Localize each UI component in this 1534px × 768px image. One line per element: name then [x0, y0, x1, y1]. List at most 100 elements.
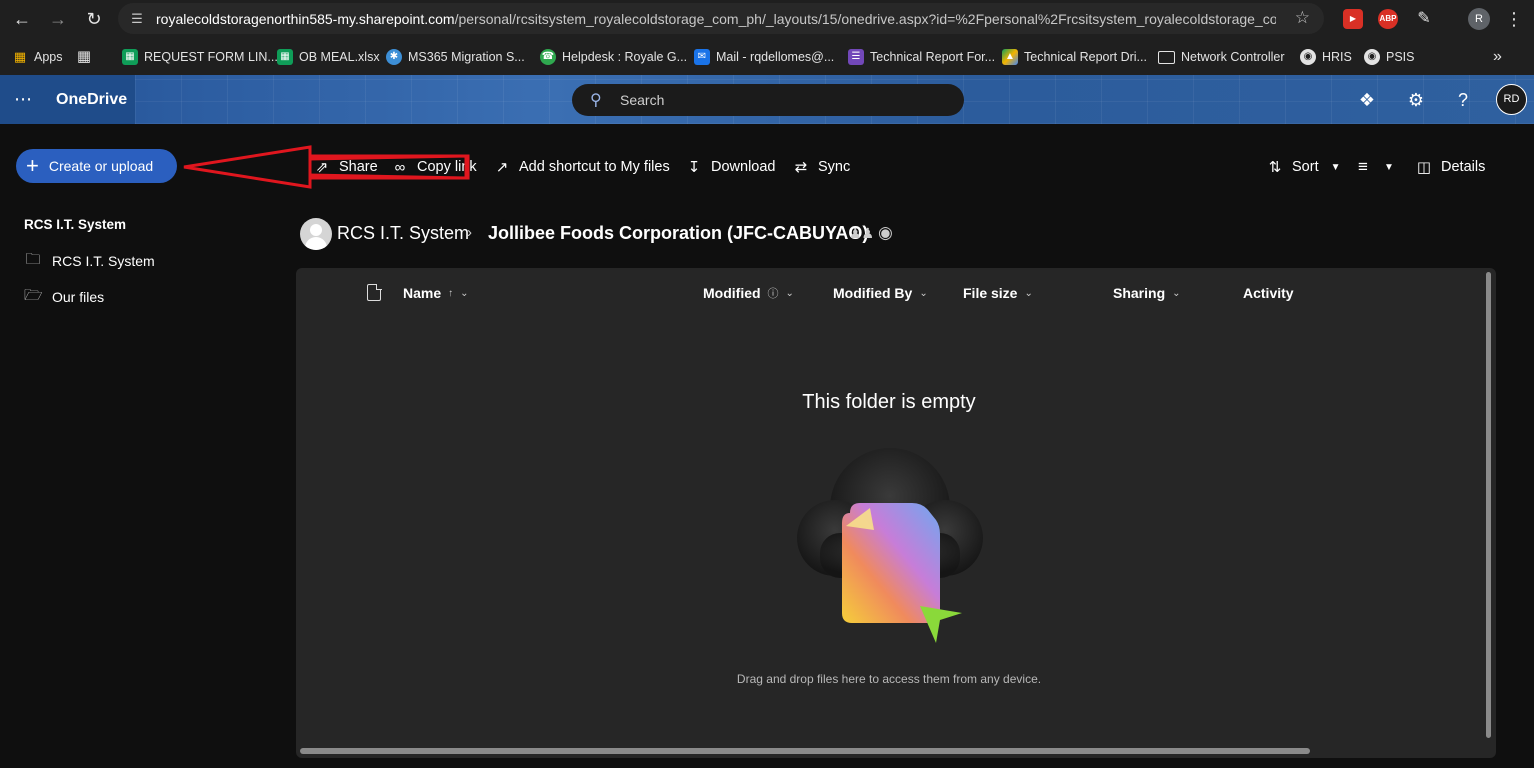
bookmark-tab-groups[interactable]: ▦: [76, 47, 92, 67]
add-shortcut-button[interactable]: ↗ Add shortcut to My files: [493, 156, 670, 178]
horizontal-scrollbar[interactable]: [300, 748, 1310, 754]
column-header-sharing[interactable]: Sharing ⌄: [1113, 285, 1181, 301]
view-options-button[interactable]: ≡ ▼: [1354, 156, 1398, 178]
folder-icon: 🗀: [25, 250, 41, 268]
extension-video-icon[interactable]: ▶: [1343, 9, 1363, 29]
browser-nav-row: ← → ↻ ☰ royalecoldstoragenorthin585-my.s…: [0, 0, 1534, 38]
gear-icon[interactable]: ⚙: [1405, 89, 1427, 111]
column-header-file-size[interactable]: File size ⌄: [963, 285, 1033, 301]
apps-grid-icon: ▦: [13, 49, 27, 64]
search-icon: ⚲: [590, 92, 602, 109]
globe-icon: ◉: [1300, 49, 1316, 65]
site-settings-icon[interactable]: ☰: [128, 10, 146, 28]
chevron-down-icon: ▼: [1330, 161, 1341, 173]
chevron-down-icon: ⌄: [460, 287, 469, 299]
create-or-upload-button[interactable]: + Create or upload: [16, 149, 177, 183]
bookmark-psis[interactable]: ◉ PSIS: [1364, 47, 1415, 67]
empty-folder-illustration: [797, 448, 983, 643]
search-box[interactable]: ⚲: [572, 84, 964, 116]
feedback-icon[interactable]: ❖: [1356, 89, 1378, 111]
info-icon: ⓘ: [767, 288, 779, 300]
sort-ascending-icon: ↑: [448, 287, 454, 299]
link-icon: ∞: [394, 158, 406, 176]
share-icon: ⇗: [315, 159, 329, 176]
bookmark-helpdesk[interactable]: ☎ Helpdesk : Royale G...: [540, 47, 687, 67]
shortcut-icon: ↗: [495, 159, 509, 176]
bookmark-ob-meal[interactable]: ▦ OB MEAL.xlsx: [277, 47, 380, 67]
app-launcher-waffle-icon[interactable]: ⋯: [13, 89, 33, 109]
sidebar-item-our-files[interactable]: 🗁 Our files: [24, 287, 104, 307]
bookmark-request-form[interactable]: ▦ REQUEST FORM LIN...: [122, 47, 278, 67]
column-header-modified-by[interactable]: Modified By ⌄: [833, 285, 928, 301]
back-arrow-icon[interactable]: ←: [10, 7, 34, 31]
grid-icon: ▦: [76, 48, 92, 65]
copy-link-button[interactable]: ∞ Copy link: [391, 156, 477, 178]
chevron-down-icon: ▼: [1384, 161, 1394, 173]
breadcrumb-current-folder[interactable]: Jollibee Foods Corporation (JFC-CABUYAO): [488, 223, 868, 244]
sync-icon: ⇄: [794, 159, 808, 176]
column-header-activity[interactable]: Activity: [1243, 285, 1294, 301]
bookmark-star-icon[interactable]: ☆: [1295, 8, 1310, 28]
shared-folder-icon: 🗁: [24, 286, 43, 304]
sort-button[interactable]: ⇅ Sort ▼: [1266, 156, 1345, 178]
mail-icon: ✉: [694, 49, 710, 65]
chevron-down-icon: ⌄: [919, 287, 928, 299]
bookmark-hris[interactable]: ◉ HRIS: [1300, 47, 1352, 67]
sidebar-title: RCS I.T. System: [24, 217, 127, 232]
list-view-icon: ≡: [1358, 157, 1368, 176]
globe-icon[interactable]: ◉: [878, 223, 893, 243]
sheets-icon: ▦: [277, 49, 293, 65]
shared-people-icon[interactable]: ♟♟: [849, 225, 874, 242]
sort-icon: ⇅: [1268, 159, 1282, 176]
help-icon[interactable]: ?: [1452, 89, 1474, 111]
details-pane-icon: ◫: [1416, 159, 1432, 176]
user-avatar[interactable]: RD: [1496, 84, 1527, 115]
sidebar-item-rcs-it-system[interactable]: 🗀 RCS I.T. System: [24, 250, 154, 271]
details-button[interactable]: ◫ Details: [1415, 156, 1485, 178]
more-bookmarks-chevron-icon[interactable]: »: [1493, 47, 1502, 67]
url-text[interactable]: royalecoldstoragenorthin585-my.sharepoin…: [156, 11, 1276, 27]
share-button[interactable]: ⇗ Share: [313, 156, 378, 178]
address-bar[interactable]: ☰ royalecoldstoragenorthin585-my.sharepo…: [118, 3, 1324, 34]
column-header-name[interactable]: Name ↑ ⌄: [403, 285, 469, 301]
adblock-extension-icon[interactable]: ABP: [1378, 9, 1398, 29]
owner-avatar: [300, 218, 332, 250]
file-type-icon: [367, 283, 382, 301]
extensions-puzzle-icon[interactable]: ✎: [1414, 9, 1434, 29]
folder-icon: [1158, 50, 1175, 64]
chevron-down-icon: ⌄: [1172, 287, 1181, 299]
breadcrumb-root[interactable]: RCS I.T. System: [337, 223, 469, 244]
plus-icon: +: [26, 153, 39, 178]
search-input[interactable]: [620, 90, 940, 110]
drive-icon: ▲: [1002, 49, 1018, 65]
sync-button[interactable]: ⇄ Sync: [792, 156, 851, 178]
download-icon: ↧: [687, 159, 701, 176]
browser-menu-icon[interactable]: ⋮: [1502, 7, 1526, 31]
download-button[interactable]: ↧ Download: [685, 156, 776, 178]
onedrive-header: ⋯ OneDrive ⚲ ❖ ⚙ ? RD: [0, 75, 1534, 124]
bookmarks-bar: ▦ Apps ▦ ▦ REQUEST FORM LIN... ▦ OB MEAL…: [0, 38, 1534, 102]
migration-icon: ✱: [386, 49, 402, 65]
chevron-down-icon: ⌄: [785, 287, 794, 299]
forward-arrow-icon[interactable]: →: [46, 7, 70, 31]
vertical-scrollbar[interactable]: [1486, 272, 1491, 738]
column-header-modified[interactable]: Modified ⓘ ⌄: [703, 285, 794, 301]
sheets-icon: ▦: [122, 49, 138, 65]
app-title[interactable]: OneDrive: [56, 91, 127, 109]
reload-icon[interactable]: ↻: [82, 7, 106, 31]
bookmark-technical-report-drive[interactable]: ▲ Technical Report Dri...: [1002, 47, 1147, 67]
browser-chrome: ← → ↻ ☰ royalecoldstoragenorthin585-my.s…: [0, 0, 1534, 102]
chevron-down-icon: ⌄: [1024, 287, 1033, 299]
chevron-right-icon: ›: [467, 224, 472, 241]
empty-state-title: This folder is empty: [802, 391, 976, 413]
bookmark-network-controller[interactable]: Network Controller: [1158, 47, 1285, 67]
forms-icon: ☰: [848, 49, 864, 65]
browser-profile-avatar[interactable]: R: [1468, 8, 1490, 30]
bookmark-ms365-migration[interactable]: ✱ MS365 Migration S...: [386, 47, 525, 67]
bookmark-apps[interactable]: ▦ Apps: [12, 47, 63, 67]
empty-state-subtitle: Drag and drop files here to access them …: [736, 672, 1042, 686]
globe-icon: ◉: [1364, 49, 1380, 65]
headset-icon: ☎: [540, 49, 556, 65]
bookmark-technical-report-form[interactable]: ☰ Technical Report For...: [848, 47, 995, 67]
bookmark-mail[interactable]: ✉ Mail - rqdellomes@...: [694, 47, 834, 67]
